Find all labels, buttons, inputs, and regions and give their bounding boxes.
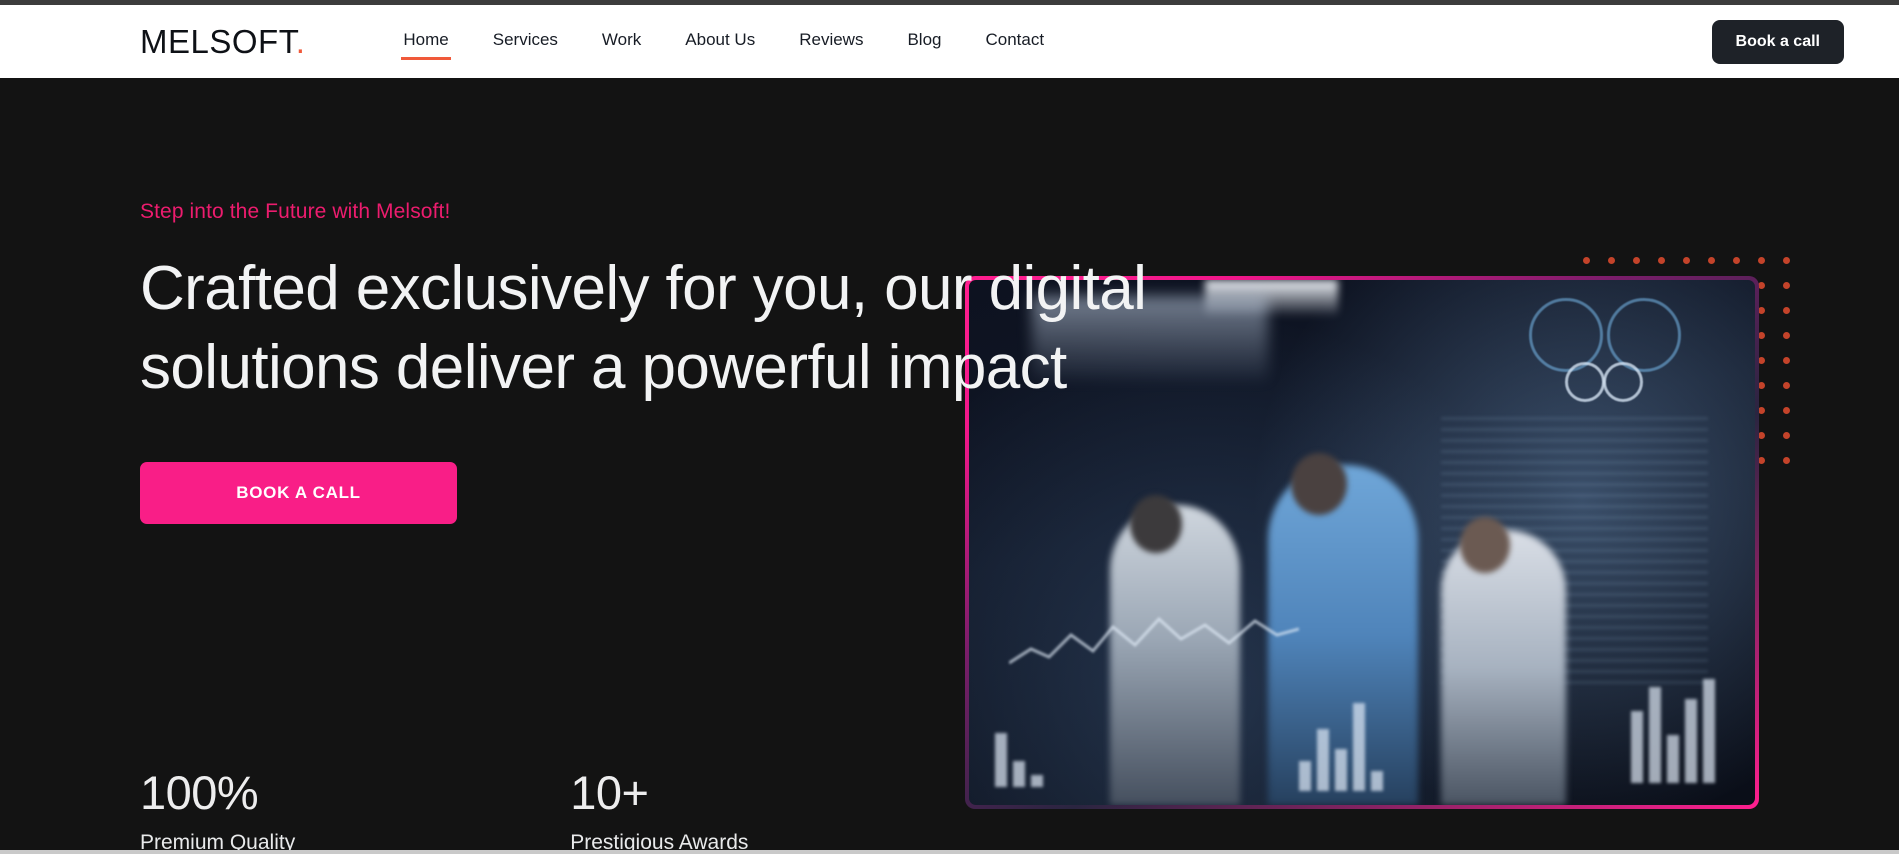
bar-chart-overlay — [1299, 703, 1383, 791]
grid-dot — [1758, 282, 1765, 289]
hud-circle-icon — [1529, 298, 1603, 372]
grid-dot — [1758, 307, 1765, 314]
grid-dot — [1783, 332, 1790, 339]
grid-dot — [1783, 407, 1790, 414]
brand-dot: . — [295, 22, 306, 60]
nav-item-home[interactable]: Home — [401, 24, 452, 60]
hero-section: Step into the Future with Melsoft! Craft… — [0, 78, 1899, 854]
hud-circle-icon — [1565, 362, 1605, 402]
bar-chart-overlay — [1631, 679, 1715, 783]
grid-dot — [1783, 307, 1790, 314]
grid-dot — [1783, 382, 1790, 389]
grid-dot — [1658, 257, 1665, 264]
line-chart-overlay — [1009, 616, 1299, 665]
grid-dot — [1608, 257, 1615, 264]
grid-dot — [1758, 357, 1765, 364]
page-bottom-edge — [0, 850, 1899, 854]
stats-row: 100% Premium Quality 10+ Prestigious Awa… — [140, 765, 748, 854]
hero-copy: Step into the Future with Melsoft! Craft… — [140, 200, 1320, 525]
grid-dot — [1758, 457, 1765, 464]
stat-item: 10+ Prestigious Awards — [570, 765, 748, 854]
nav-item-blog[interactable]: Blog — [905, 24, 943, 60]
header-book-a-call-button[interactable]: Book a call — [1711, 19, 1844, 64]
person-silhouette — [1440, 530, 1566, 805]
stat-item: 100% Premium Quality — [140, 765, 295, 854]
grid-dot — [1758, 332, 1765, 339]
nav-item-work[interactable]: Work — [600, 24, 643, 60]
grid-dot — [1783, 457, 1790, 464]
grid-dot — [1733, 257, 1740, 264]
grid-dot — [1758, 257, 1765, 264]
nav-item-contact[interactable]: Contact — [984, 24, 1047, 60]
grid-dot — [1708, 257, 1715, 264]
nav-item-reviews[interactable]: Reviews — [797, 24, 865, 60]
grid-dot — [1783, 282, 1790, 289]
hud-circle-icon — [1603, 362, 1643, 402]
brand-logo[interactable]: MELSOFT. — [140, 23, 305, 61]
main-navigation: Home Services Work About Us Reviews Blog… — [401, 24, 1046, 60]
grid-dot — [1758, 407, 1765, 414]
grid-dot — [1758, 432, 1765, 439]
hud-circle-icon — [1607, 298, 1681, 372]
brand-name: MELSOFT — [140, 22, 296, 60]
grid-dot — [1758, 382, 1765, 389]
grid-dot — [1583, 257, 1590, 264]
hero-eyebrow: Step into the Future with Melsoft! — [140, 200, 451, 223]
grid-dot — [1783, 432, 1790, 439]
grid-dot — [1683, 257, 1690, 264]
stat-value: 100% — [140, 766, 259, 820]
hero-book-a-call-button[interactable]: BOOK A CALL — [140, 462, 457, 525]
stat-value: 10+ — [570, 766, 649, 820]
nav-item-services[interactable]: Services — [491, 24, 560, 60]
grid-dot — [1783, 357, 1790, 364]
site-header: MELSOFT. Home Services Work About Us Rev… — [0, 5, 1899, 78]
grid-dot — [1783, 257, 1790, 264]
grid-dot — [1633, 257, 1640, 264]
person-head — [1460, 517, 1511, 573]
nav-item-about-us[interactable]: About Us — [683, 24, 757, 60]
hero-headline: Crafted exclusively for you, our digital… — [140, 254, 1147, 402]
bar-chart-overlay — [995, 733, 1043, 787]
